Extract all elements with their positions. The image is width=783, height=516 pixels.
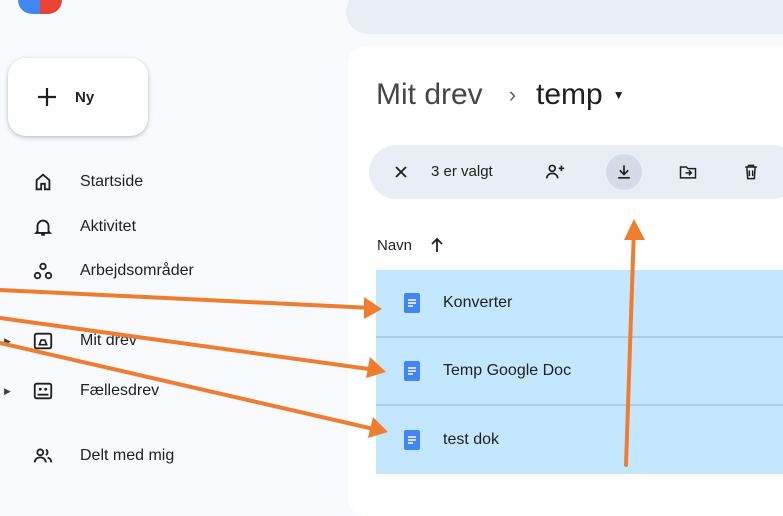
workspaces-icon [33, 262, 53, 280]
search-bar[interactable] [346, 0, 783, 34]
move-to-folder-icon [679, 166, 697, 179]
breadcrumb-current[interactable]: temp [536, 78, 603, 112]
sidebar-item-shared-drives[interactable]: ▶ Fællesdrev [0, 375, 330, 407]
google-doc-icon [404, 293, 420, 313]
add-person-icon [545, 164, 565, 179]
google-doc-icon [404, 361, 420, 381]
download-icon [618, 165, 630, 179]
table-row[interactable]: Konverter [376, 270, 783, 338]
file-name: Temp Google Doc [443, 362, 572, 379]
breadcrumb: Mit drev › temp ▼ [376, 78, 625, 112]
sidebar-item-label: Fællesdrev [80, 382, 160, 399]
clear-selection-button[interactable] [383, 154, 419, 190]
expand-caret-icon[interactable]: ▶ [4, 386, 11, 397]
selection-count: 3 er valgt [431, 163, 493, 180]
sidebar-item-label: Startside [80, 173, 144, 190]
google-doc-icon [404, 430, 420, 450]
file-name: test dok [443, 431, 500, 448]
plus-icon [38, 88, 56, 106]
sidebar-item-workspaces[interactable]: Arbejdsområder [0, 255, 330, 287]
delete-button[interactable] [733, 154, 769, 190]
annotation-arrow-konverter [0, 288, 374, 310]
expand-caret-icon[interactable]: ▶ [4, 336, 11, 347]
trash-icon [745, 164, 757, 180]
sort-arrow-up-icon[interactable] [428, 236, 446, 254]
share-button[interactable] [537, 154, 573, 190]
people-icon [33, 448, 53, 463]
sidebar-item-label: Aktivitet [80, 218, 137, 235]
download-button[interactable] [606, 154, 642, 190]
folder-dropdown-icon[interactable]: ▼ [613, 88, 625, 102]
home-icon [35, 173, 51, 191]
shared-drives-icon [33, 382, 53, 400]
table-row[interactable]: Temp Google Doc [376, 338, 783, 406]
sidebar-item-activity[interactable]: Aktivitet [0, 211, 330, 243]
sidebar-item-shared-with-me[interactable]: Delt med mig [0, 440, 330, 472]
file-name: Konverter [443, 294, 513, 311]
selection-toolbar: 3 er valgt [369, 145, 783, 199]
close-icon [395, 166, 407, 178]
sidebar-item-label: Arbejdsområder [80, 262, 194, 279]
file-list: Konverter Temp Google Doc test dok [376, 270, 783, 474]
new-button-label: Ny [75, 88, 95, 106]
my-drive-icon [33, 332, 53, 350]
sidebar-item-label: Mit drev [80, 332, 137, 349]
move-button[interactable] [670, 154, 706, 190]
breadcrumb-root[interactable]: Mit drev [376, 78, 483, 112]
breadcrumb-separator-icon: › [508, 82, 517, 107]
column-header-label: Navn [377, 236, 413, 254]
drive-logo[interactable] [18, 0, 62, 14]
new-button[interactable]: Ny [8, 58, 148, 136]
sidebar-item-label: Delt med mig [80, 447, 175, 464]
bell-icon [33, 219, 53, 236]
sidebar-item-home[interactable]: Startside [0, 166, 330, 198]
sidebar-item-my-drive[interactable]: ▶ Mit drev [0, 325, 330, 357]
column-header-name[interactable]: Navn [377, 236, 446, 254]
table-row[interactable]: test dok [376, 406, 783, 474]
